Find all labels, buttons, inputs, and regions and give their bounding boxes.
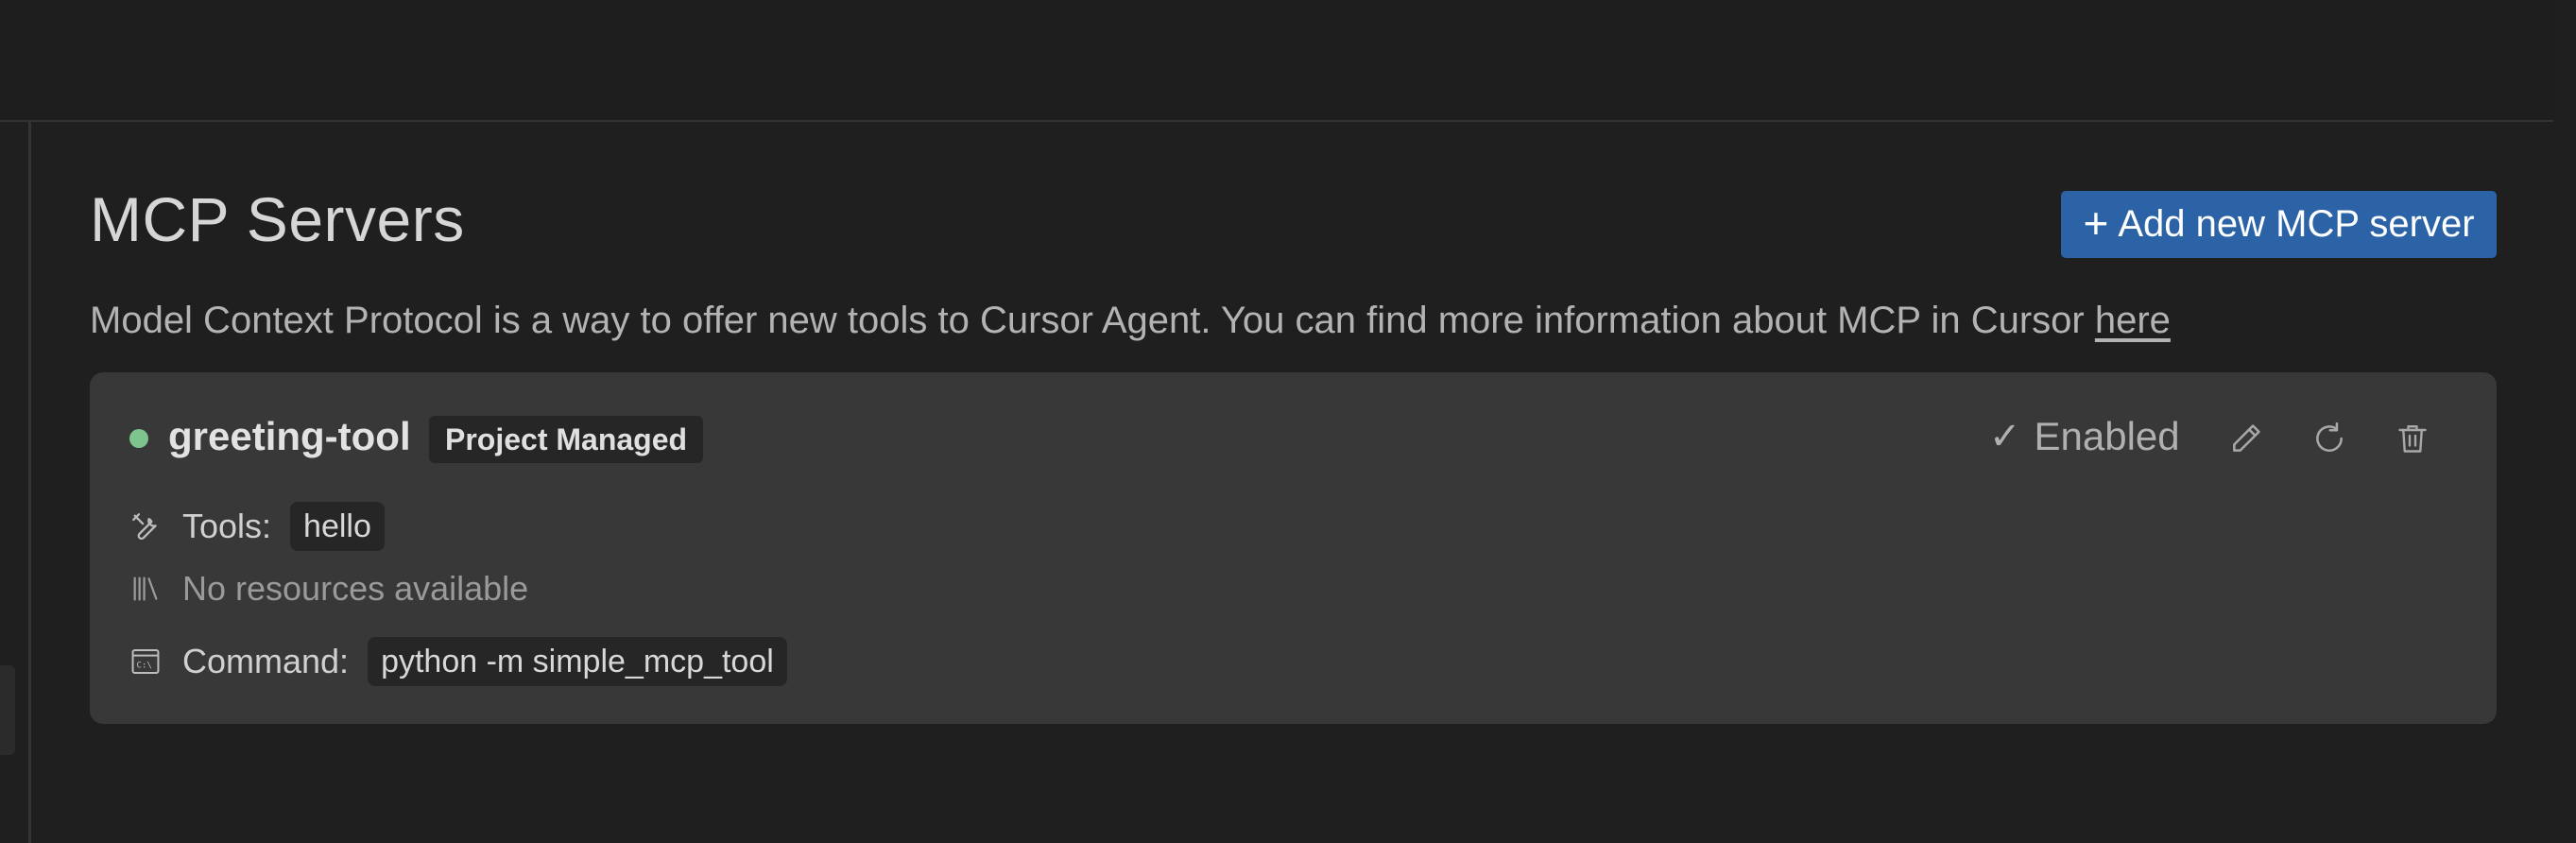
- resources-text: No resources available: [182, 569, 529, 608]
- plus-icon: +: [2083, 198, 2109, 248]
- command-label: Command:: [182, 642, 350, 680]
- refresh-button[interactable]: [2307, 416, 2352, 461]
- check-icon: ✓: [1989, 416, 2021, 457]
- edit-button[interactable]: [2224, 416, 2269, 461]
- more-info-link[interactable]: here: [2095, 300, 2171, 341]
- gutter-tab[interactable]: [0, 665, 15, 755]
- svg-text:C:\: C:\: [136, 660, 152, 670]
- tools-icon: [128, 508, 163, 544]
- server-card: greeting-tool Project Managed ✓ Enabled: [90, 372, 2497, 724]
- library-icon: [128, 571, 163, 607]
- status-indicator-icon: [129, 429, 148, 448]
- tools-row: Tools: hello: [128, 502, 385, 551]
- add-mcp-server-label: Add new MCP server: [2118, 203, 2475, 245]
- terminal-icon: C:\: [128, 644, 163, 680]
- description: Model Context Protocol is a way to offer…: [90, 300, 2171, 342]
- pencil-icon: [2233, 424, 2260, 452]
- top-bar: [0, 0, 2553, 122]
- command-row: C:\ Command: python -m simple_mcp_tool: [128, 637, 787, 686]
- page-title: MCP Servers: [90, 184, 465, 254]
- refresh-icon: [2316, 422, 2343, 452]
- trash-icon: [2398, 425, 2427, 453]
- add-mcp-server-button[interactable]: + Add new MCP server: [2061, 191, 2497, 258]
- tools-label: Tools:: [182, 507, 272, 545]
- command-chip: python -m simple_mcp_tool: [368, 637, 787, 686]
- enabled-label: Enabled: [2034, 414, 2180, 458]
- server-name: greeting-tool: [168, 414, 411, 458]
- resources-row: No resources available: [128, 569, 528, 609]
- delete-button[interactable]: [2390, 416, 2435, 461]
- enabled-toggle[interactable]: ✓ Enabled: [1989, 414, 2180, 459]
- left-gutter: [0, 122, 31, 843]
- description-text: Model Context Protocol is a way to offer…: [90, 300, 2095, 341]
- project-managed-badge: Project Managed: [429, 416, 704, 463]
- tool-chip: hello: [290, 502, 385, 551]
